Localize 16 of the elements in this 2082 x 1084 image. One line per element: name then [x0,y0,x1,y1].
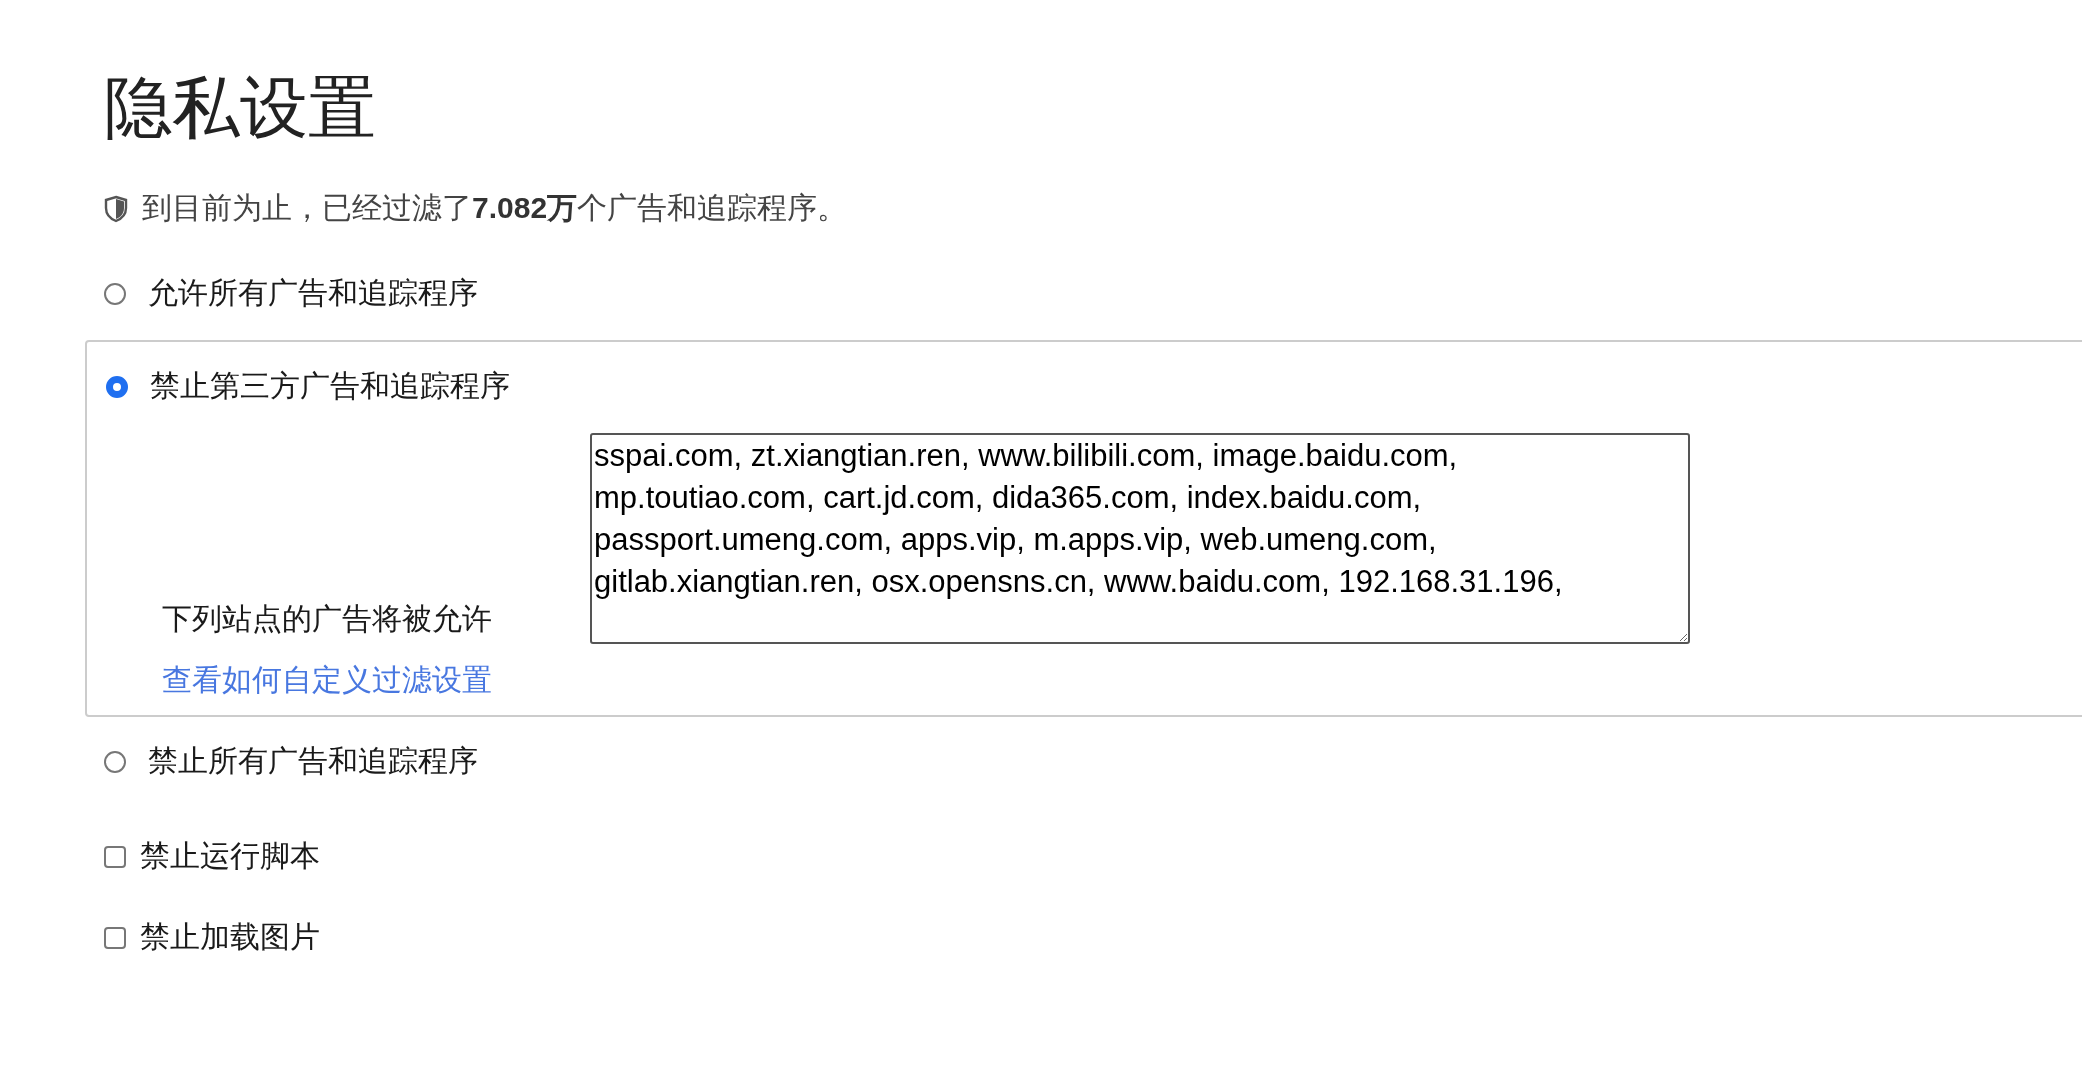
help-link[interactable]: 查看如何自定义过滤设置 [162,660,572,701]
radio-label[interactable]: 允许所有广告和追踪程序 [148,273,478,314]
radio-label[interactable]: 禁止所有广告和追踪程序 [148,741,478,782]
checkbox-label[interactable]: 禁止运行脚本 [140,836,320,877]
radio-button[interactable] [104,282,126,305]
shield-icon [104,194,128,223]
field-label: 下列站点的广告将被允许 [162,601,493,637]
page-title: 隐私设置 [104,68,377,147]
checkbox-label[interactable]: 禁止加载图片 [140,917,320,958]
radio-label[interactable]: 禁止第三方广告和追踪程序 [150,366,510,407]
radio-button[interactable] [104,750,126,773]
stats-text: 到目前为止，已经过滤了7.082万个广告和追踪程序。 [142,190,848,226]
radio-button[interactable] [106,375,128,398]
checkbox[interactable] [104,845,126,868]
allowlist-field[interactable]: sspai.com, zt.xiangtian.ren, www.bilibili.com, image.baidu.com, mp.toutiao.com, cart.jd.com, dida365.com, index.baidu.com, passport.umeng.com, apps.vip, m.apps.vip, web.umeng.com, gitlab.xiangtian.ren, osx.opensns.cn, www.baidu.com, 192.168.31.196, [590,433,1690,644]
checkbox[interactable] [104,926,126,949]
